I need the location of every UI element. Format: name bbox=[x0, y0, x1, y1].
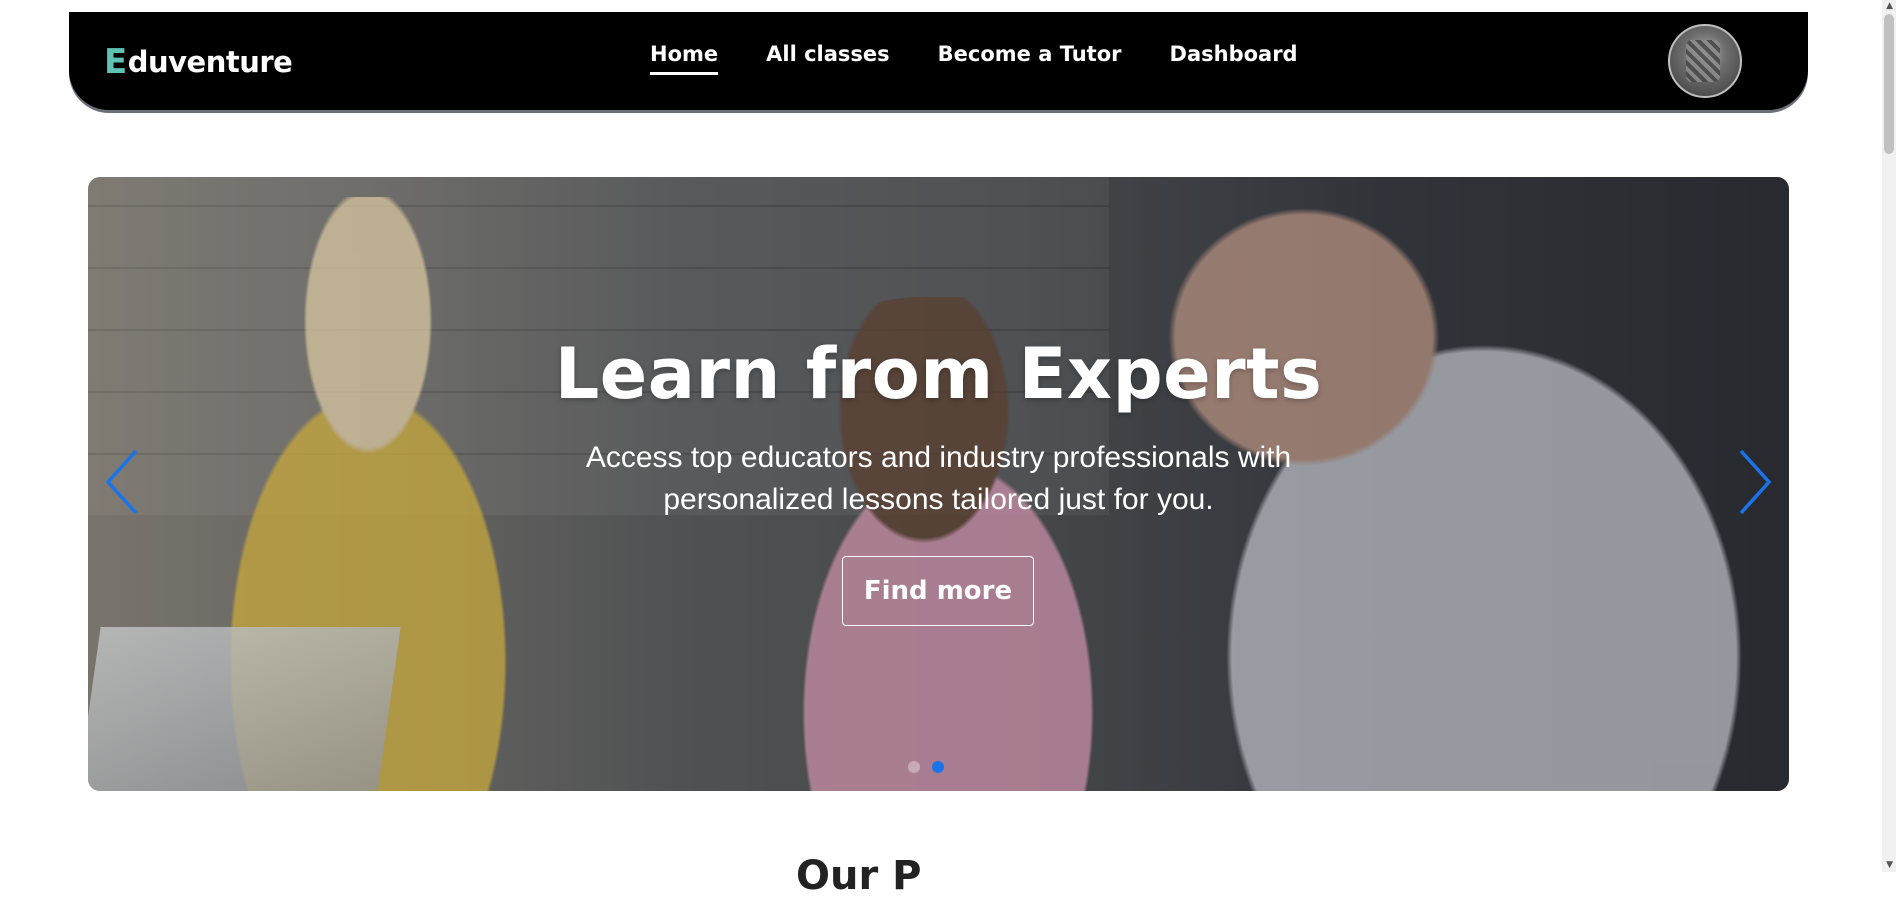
nav-home[interactable]: Home bbox=[650, 42, 719, 75]
top-navbar: Eduventure Home All classes Become a Tut… bbox=[69, 12, 1808, 110]
carousel-next-button[interactable] bbox=[1735, 447, 1775, 517]
nav-links: Home All classes Become a Tutor Dashboar… bbox=[650, 42, 1298, 75]
chevron-right-icon bbox=[1739, 449, 1772, 515]
carousel-dot-1[interactable] bbox=[908, 761, 920, 773]
logo-text: duventure bbox=[127, 45, 293, 79]
carousel-indicators bbox=[908, 761, 944, 773]
scroll-up-icon[interactable]: ▲ bbox=[1886, 2, 1893, 11]
nav-dashboard[interactable]: Dashboard bbox=[1170, 42, 1298, 75]
carousel-prev-button[interactable] bbox=[102, 447, 142, 517]
hero-carousel: Learn from Experts Access top educators … bbox=[88, 177, 1789, 791]
nav-all-classes[interactable]: All classes bbox=[766, 42, 890, 75]
nav-become-tutor[interactable]: Become a Tutor bbox=[938, 42, 1122, 75]
scroll-down-icon[interactable]: ▼ bbox=[1886, 861, 1893, 870]
page-scrollbar[interactable]: ▲ ▼ bbox=[1882, 0, 1896, 872]
hero-subtitle: Access top educators and industry profes… bbox=[585, 441, 1292, 516]
scroll-thumb[interactable] bbox=[1884, 14, 1894, 154]
hero-title: Learn from Experts bbox=[554, 333, 1323, 415]
find-more-button[interactable]: Find more bbox=[842, 556, 1034, 626]
chevron-left-icon bbox=[105, 449, 138, 515]
user-avatar[interactable] bbox=[1668, 24, 1742, 98]
brand-logo[interactable]: Eduventure bbox=[104, 42, 293, 82]
carousel-dot-2[interactable] bbox=[932, 761, 944, 773]
logo-initial: E bbox=[104, 42, 127, 82]
section-heading: Our P bbox=[796, 853, 922, 899]
